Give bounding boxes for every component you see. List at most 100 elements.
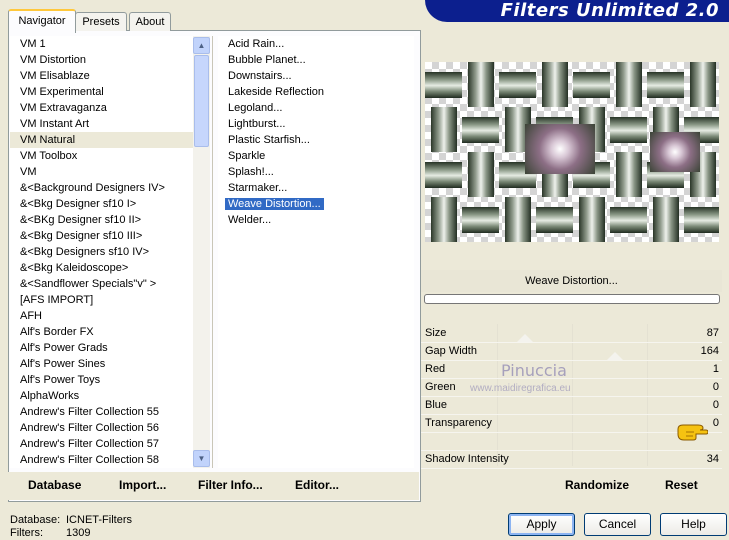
filter-item[interactable]: Lightburst... [218,116,414,132]
filter-item[interactable]: Bubble Planet... [218,52,414,68]
category-item[interactable]: VM Experimental [10,84,193,100]
parameter-row[interactable]: Shadow Intensity 34 [421,450,722,469]
weave-tile [468,62,494,107]
filter-item[interactable]: Sparkle [218,148,414,164]
filters-count: 1309 [66,527,91,539]
category-item[interactable]: &<Background Designers IV> [10,180,193,196]
filter-item[interactable]: Weave Distortion... [218,196,414,212]
editor-button[interactable]: Editor... [295,478,339,492]
parameter-value: 0 [712,417,719,429]
weave-tile [684,207,719,233]
size-slider-thumb[interactable] [517,334,533,342]
database-button[interactable]: Database [28,478,81,492]
import-button[interactable]: Import... [119,478,166,492]
filter-item[interactable]: Splash!... [218,164,414,180]
title-banner: Filters Unlimited 2.0 [425,0,729,22]
weave-tile [468,152,494,197]
category-list[interactable]: VM 1 VM Distortion VM Elisablaze VM Experim… [10,36,193,468]
parameter-value: 0 [712,399,719,411]
category-item[interactable]: VM Elisablaze [10,68,193,84]
filter-item-label: Splash!... [228,166,274,178]
filter-item[interactable]: Acid Rain... [218,36,414,52]
pointing-hand-icon [677,424,708,441]
weave-tile [650,132,700,172]
category-item[interactable]: AFH [10,308,193,324]
filter-list[interactable]: Acid Rain... Bubble Planet... Downstairs..… [218,36,414,468]
parameter-row[interactable]: Green 0 [421,378,722,397]
parameter-value: 0 [712,381,719,393]
filter-item-label: Lakeside Reflection [228,86,325,98]
app-title: Filters Unlimited 2.0 [500,0,719,21]
apply-button[interactable]: Apply [508,513,575,536]
filter-item[interactable]: Starmaker... [218,180,414,196]
randomize-button[interactable]: Randomize [565,478,629,492]
category-item[interactable]: VM 1 [10,36,193,52]
navigator-button-bar: Database Import... Filter Info... Editor… [8,472,419,500]
category-item[interactable]: VM [10,164,193,180]
scroll-thumb[interactable] [194,55,209,147]
parameter-value: 87 [706,327,719,339]
category-item[interactable]: VM Distortion [10,52,193,68]
category-item[interactable]: Alf's Power Grads [10,340,193,356]
filter-item[interactable]: Plastic Starfish... [218,132,414,148]
filter-info-button[interactable]: Filter Info... [198,478,263,492]
category-item[interactable]: &<Bkg Designers sf10 IV> [10,244,193,260]
parameter-row[interactable]: Red 1 [421,360,722,379]
gap-width-slider-thumb[interactable] [607,352,623,360]
filter-item-label: Legoland... [228,102,283,114]
scroll-up-button[interactable]: ▲ [193,37,210,54]
category-item[interactable]: AlphaWorks [10,388,193,404]
category-item[interactable]: &<BKg Designer sf10 II> [10,212,193,228]
filter-item-label: Lightburst... [228,118,286,130]
category-item[interactable]: Andrew's Filter Collection 58 [10,452,193,468]
category-item[interactable]: &<Bkg Designer sf10 III> [10,228,193,244]
filter-item-label: Acid Rain... [228,38,285,50]
reset-button[interactable]: Reset [665,478,698,492]
weave-tile [616,62,642,107]
weave-tile [425,162,462,188]
category-item[interactable]: Alf's Border FX [10,324,193,340]
weave-tile [610,117,647,143]
category-item[interactable]: [AFS IMPORT] [10,292,193,308]
category-scrollbar[interactable]: ▲ ▼ [193,36,210,468]
tab-navigator[interactable]: Navigator [8,9,76,33]
category-item[interactable]: &<Sandflower Specials"v" > [10,276,193,292]
tab-about[interactable]: About [129,12,171,31]
filter-item[interactable]: Downstairs... [218,68,414,84]
category-item[interactable]: VM Toolbox [10,148,193,164]
filter-item[interactable]: Lakeside Reflection [218,84,414,100]
tab-presets[interactable]: Presets [75,12,127,31]
parameter-row[interactable]: Size 87 [421,324,722,343]
category-item[interactable]: &<Bkg Kaleidoscope> [10,260,193,276]
category-item[interactable]: Alf's Power Sines [10,356,193,372]
list-divider [212,36,213,468]
database-label: Database: [10,514,61,526]
filter-item-label: Weave Distortion... [225,198,324,210]
parameter-row[interactable]: Blue 0 [421,396,722,415]
help-button[interactable]: Help [660,513,727,536]
parameter-row[interactable]: Gap Width 164 [421,342,722,361]
weave-tile [579,197,605,242]
weave-tile [462,207,499,233]
watermark-name: Pinuccia [501,361,567,380]
scroll-down-button[interactable]: ▼ [193,450,210,467]
filter-item[interactable]: Welder... [218,212,414,228]
category-item[interactable]: VM Instant Art [10,116,193,132]
category-item[interactable]: Alf's Power Toys [10,372,193,388]
category-item[interactable]: VM Extravaganza [10,100,193,116]
watermark-site: www.maidiregrafica.eu [470,383,571,394]
filter-item[interactable]: Legoland... [218,100,414,116]
weave-tile [647,72,684,98]
filter-item-label: Sparkle [228,150,266,162]
category-item[interactable]: Andrew's Filter Collection 57 [10,436,193,452]
parameter-label: Gap Width [425,345,477,357]
category-item[interactable]: &<Bkg Designer sf10 I> [10,196,193,212]
cancel-button[interactable]: Cancel [584,513,651,536]
filters-label: Filters: [10,527,43,539]
progress-bar [424,294,720,304]
category-item[interactable]: Andrew's Filter Collection 55 [10,404,193,420]
parameter-value: 34 [706,453,719,465]
preview-panel [421,36,722,268]
category-item[interactable]: Andrew's Filter Collection 56 [10,420,193,436]
category-item[interactable]: VM Natural [10,132,193,148]
